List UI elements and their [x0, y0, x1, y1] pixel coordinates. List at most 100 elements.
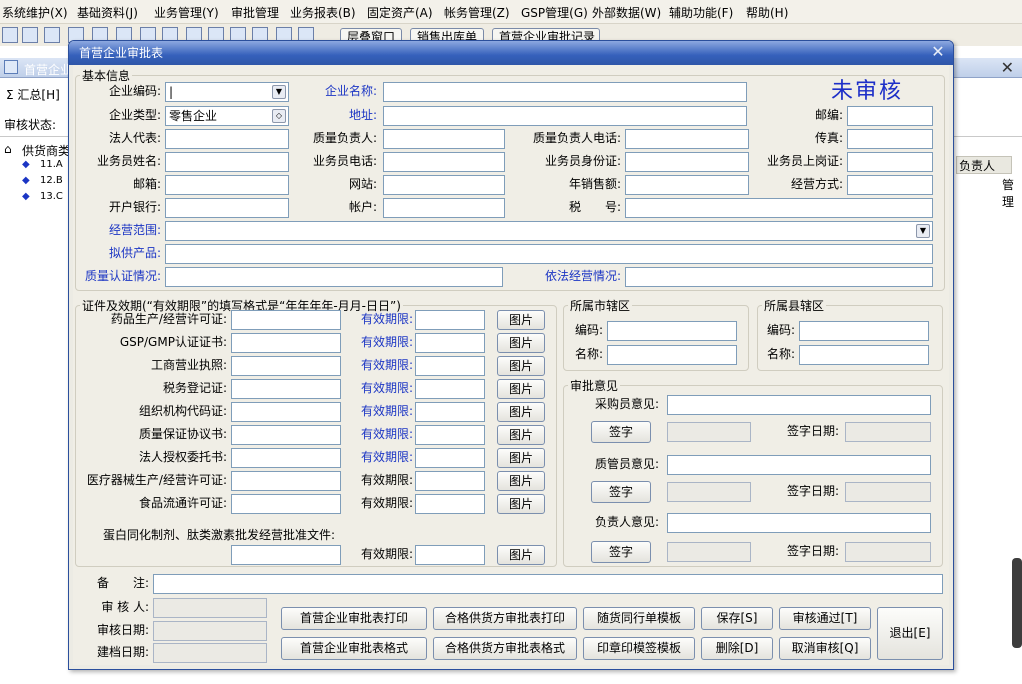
city-name-input[interactable]: [607, 345, 737, 365]
menu-tools[interactable]: 辅助功能(F): [669, 4, 733, 21]
sales-name-input[interactable]: [165, 152, 289, 172]
save-button[interactable]: 保存[S]: [701, 607, 773, 630]
license-image-button[interactable]: 图片: [497, 310, 545, 330]
tree-item[interactable]: 12.B: [40, 175, 63, 186]
chevron-down-icon[interactable]: ▼: [272, 85, 286, 99]
legal-status-input[interactable]: [625, 267, 933, 287]
tree-root[interactable]: 供货商类: [22, 142, 70, 159]
license-validity-input[interactable]: [415, 425, 485, 445]
license-number-input[interactable]: [231, 379, 341, 399]
company-name-input[interactable]: [383, 82, 747, 102]
buyer-sign-button[interactable]: 签字: [591, 421, 651, 443]
qa-sign-button[interactable]: 签字: [591, 481, 651, 503]
account-input[interactable]: [383, 198, 505, 218]
quality-cert-input[interactable]: [165, 267, 503, 287]
chevron-down-icon[interactable]: ▼: [916, 224, 930, 238]
format-first-approval-button[interactable]: 首营企业审批表格式: [281, 637, 427, 660]
spin-icon[interactable]: ◇: [272, 109, 286, 123]
print-first-approval-button[interactable]: 首营企业审批表打印: [281, 607, 427, 630]
menu-approval[interactable]: 审批管理: [231, 4, 279, 21]
menu-gsp[interactable]: GSP管理(G): [521, 4, 588, 21]
approve-button[interactable]: 审核通过[T]: [779, 607, 871, 630]
form-icon[interactable]: [22, 27, 38, 43]
license-image-button[interactable]: 图片: [497, 425, 545, 445]
sales-phone-input[interactable]: [383, 152, 505, 172]
license-image-button[interactable]: 图片: [497, 333, 545, 353]
seal-template-button[interactable]: 印章印模签模板: [583, 637, 695, 660]
website-input[interactable]: [383, 175, 505, 195]
menu-external-data[interactable]: 外部数据(W): [592, 4, 661, 21]
license-image-button[interactable]: 图片: [497, 448, 545, 468]
sales-cert-input[interactable]: [847, 152, 933, 172]
company-code-select[interactable]: | ▼: [165, 82, 289, 102]
license-image-button[interactable]: 图片: [497, 356, 545, 376]
head-sign-button[interactable]: 签字: [591, 541, 651, 563]
cancel-audit-button[interactable]: 取消审核[Q]: [779, 637, 871, 660]
products-input[interactable]: [165, 244, 933, 264]
annual-sales-input[interactable]: [625, 175, 749, 195]
column-header[interactable]: 负责人: [956, 156, 1012, 174]
print-qualified-supplier-button[interactable]: 合格供货方审批表打印: [433, 607, 577, 630]
menu-fixed-assets[interactable]: 固定资产(A): [367, 4, 433, 21]
grid-icon[interactable]: [2, 27, 18, 43]
quality-head-input[interactable]: [383, 129, 505, 149]
license-validity-input[interactable]: [415, 333, 485, 353]
license-image-button[interactable]: 图片: [497, 471, 545, 491]
license-number-input[interactable]: [231, 471, 341, 491]
license-number-input[interactable]: [231, 310, 341, 330]
city-code-input[interactable]: [607, 321, 737, 341]
exit-button[interactable]: 退出[E]: [877, 607, 943, 660]
license-number-input[interactable]: [231, 494, 341, 514]
license-validity-input[interactable]: [415, 402, 485, 422]
summary-button[interactable]: Σ 汇总[H]: [6, 86, 60, 103]
menu-help[interactable]: 帮助(H): [746, 4, 788, 21]
peptide-license-input[interactable]: [231, 545, 341, 565]
license-validity-input[interactable]: [415, 471, 485, 491]
peptide-validity-input[interactable]: [415, 545, 485, 565]
menu-system[interactable]: 系统维护(X): [2, 4, 68, 21]
buyer-opinion-input[interactable]: [667, 395, 931, 415]
menu-reports[interactable]: 业务报表(B): [290, 4, 356, 21]
address-input[interactable]: [383, 106, 747, 126]
license-validity-input[interactable]: [415, 356, 485, 376]
license-image-button[interactable]: 图片: [497, 494, 545, 514]
county-name-input[interactable]: [799, 345, 929, 365]
license-number-input[interactable]: [231, 402, 341, 422]
license-number-input[interactable]: [231, 425, 341, 445]
menu-basic-data[interactable]: 基础资料(J): [77, 4, 138, 21]
sales-id-input[interactable]: [625, 152, 749, 172]
business-mode-input[interactable]: [847, 175, 933, 195]
tree-item[interactable]: 11.A: [40, 159, 63, 170]
format-qualified-supplier-button[interactable]: 合格供货方审批表格式: [433, 637, 577, 660]
postcode-input[interactable]: [847, 106, 933, 126]
license-image-button[interactable]: 图片: [497, 402, 545, 422]
license-number-input[interactable]: [231, 448, 341, 468]
menu-accounts[interactable]: 帐务管理(Z): [444, 4, 510, 21]
license-number-input[interactable]: [231, 356, 341, 376]
county-code-input[interactable]: [799, 321, 929, 341]
goods-template-button[interactable]: 随货同行单模板: [583, 607, 695, 630]
close-icon[interactable]: ✕: [1001, 58, 1014, 77]
license-validity-input[interactable]: [415, 448, 485, 468]
tree-item[interactable]: 13.C: [40, 191, 63, 202]
email-input[interactable]: [165, 175, 289, 195]
license-validity-input[interactable]: [415, 310, 485, 330]
license-validity-input[interactable]: [415, 379, 485, 399]
head-opinion-input[interactable]: [667, 513, 931, 533]
tax-no-input[interactable]: [625, 198, 933, 218]
scope-select[interactable]: ▼: [165, 221, 933, 241]
license-image-button[interactable]: 图片: [497, 379, 545, 399]
menu-business[interactable]: 业务管理(Y): [154, 4, 219, 21]
fax-input[interactable]: [847, 129, 933, 149]
legal-rep-input[interactable]: [165, 129, 289, 149]
company-type-select[interactable]: 零售企业 ◇: [165, 106, 289, 126]
bank-input[interactable]: [165, 198, 289, 218]
window-icon[interactable]: [44, 27, 60, 43]
delete-button[interactable]: 删除[D]: [701, 637, 773, 660]
quality-head-phone-input[interactable]: [625, 129, 749, 149]
close-icon[interactable]: ✕: [929, 44, 947, 62]
license-number-input[interactable]: [231, 333, 341, 353]
remark-input[interactable]: [153, 574, 943, 594]
qa-opinion-input[interactable]: [667, 455, 931, 475]
license-validity-input[interactable]: [415, 494, 485, 514]
